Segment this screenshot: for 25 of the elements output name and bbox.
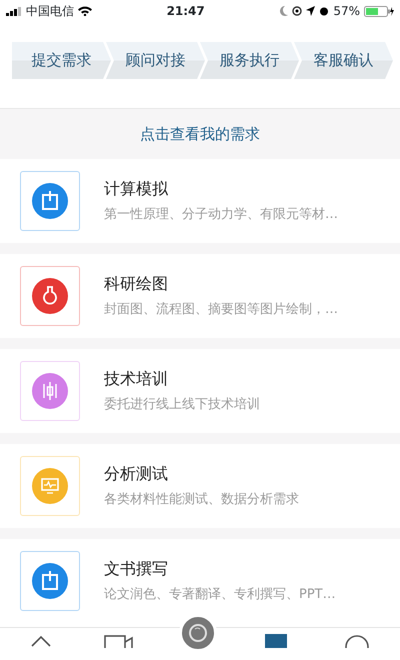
step-tab[interactable]: 客服确认: [294, 42, 393, 79]
battery-icon: [364, 6, 394, 16]
status-time: 21:47: [166, 3, 205, 20]
service-description: 封面图、流程图、摘要图等图片绘制，…: [104, 301, 338, 320]
step-tab[interactable]: 顾问对接: [106, 42, 205, 79]
battery-percent: 57%: [333, 3, 360, 20]
service-description: 论文润色、专著翻译、专利撰写、PPT…: [104, 586, 336, 604]
service-title: 文书撰写: [104, 558, 169, 580]
square-icon[interactable]: [264, 634, 288, 648]
moon-icon: [279, 6, 288, 16]
service-title: 科研绘图: [104, 273, 169, 296]
lock-rotation-icon: [292, 6, 302, 16]
service-title: 技术培训: [104, 368, 169, 390]
step-tab[interactable]: 提交需求: [12, 42, 111, 79]
signal-icon: [6, 6, 22, 16]
location-icon: [306, 6, 316, 16]
service-description: 第一性原理、分子动力学、有限元等材…: [104, 206, 338, 224]
service-description: 各类材料性能测试、数据分析需求: [104, 491, 299, 510]
carrier-name: 中国电信: [26, 3, 74, 20]
wifi-icon: [78, 6, 92, 16]
step-tab[interactable]: 服务执行: [200, 42, 299, 79]
service-title: 分析测试: [104, 463, 169, 486]
service-title: 计算模拟: [104, 178, 169, 200]
service-description: 委托进行线上线下技术培训: [104, 396, 260, 414]
my-requests-link[interactable]: 点击查看我的需求: [140, 122, 260, 146]
